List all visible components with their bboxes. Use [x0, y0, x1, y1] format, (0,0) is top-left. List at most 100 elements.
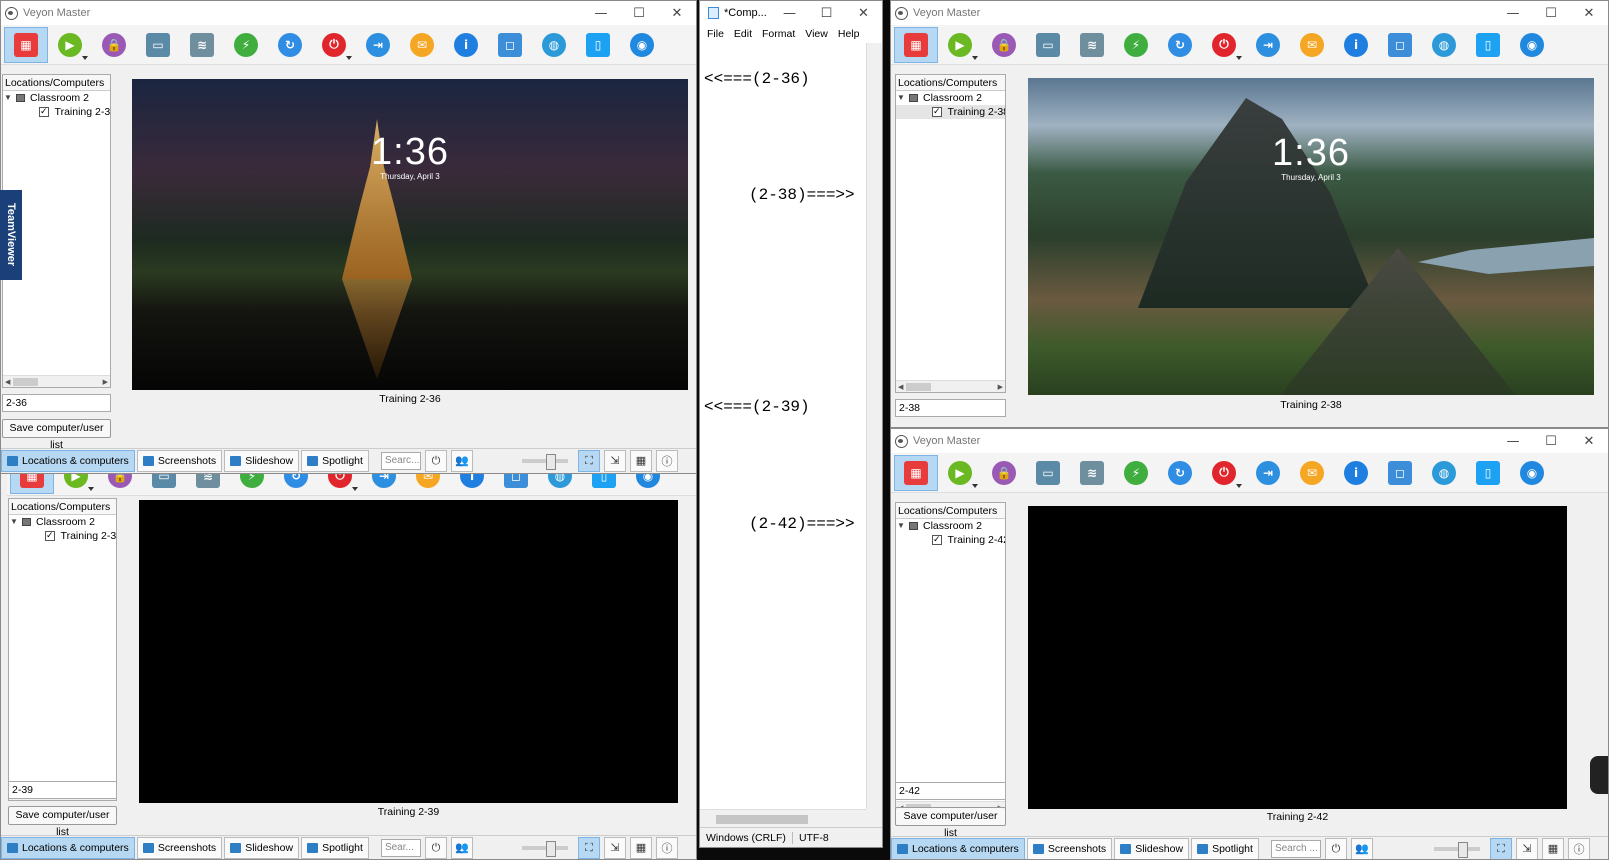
screenshot-button[interactable]: ◉ — [1510, 455, 1554, 491]
power-on-button[interactable]: ⚡ — [230, 474, 274, 494]
monitor-mode-button[interactable]: ▦ — [894, 454, 938, 491]
tree-computer[interactable]: ✓ Training 2-36 — [3, 105, 110, 119]
scroll-thumb[interactable] — [716, 815, 808, 824]
computer-screen-thumbnail[interactable] — [1028, 506, 1567, 809]
users-icon[interactable]: 👥 — [450, 836, 473, 859]
close-icon[interactable]: ✕ — [1570, 1, 1608, 25]
screen-demo-button[interactable]: ▭ — [136, 27, 180, 63]
globe-button[interactable]: ◍ — [532, 27, 576, 63]
reboot-button[interactable]: ↻ — [274, 474, 318, 494]
power-on-button[interactable]: ⚡ — [1114, 27, 1158, 63]
computer-screen-thumbnail[interactable]: 1:36 Thursday, April 3 — [1028, 78, 1594, 395]
dropdown-arrow-icon[interactable] — [88, 486, 94, 491]
tab-slideshow[interactable]: Slideshow — [1114, 837, 1190, 859]
about-icon[interactable]: ⓘ — [656, 836, 678, 859]
wifi-button[interactable]: ≋ — [1070, 27, 1114, 63]
computer-filter-input[interactable]: 2-36 — [2, 394, 111, 412]
tab-slideshow[interactable]: Slideshow — [224, 836, 300, 859]
lock-button[interactable]: 🔒 — [982, 455, 1026, 491]
globe-button[interactable]: ◍ — [1422, 455, 1466, 491]
monitor-mode-button[interactable]: ▦ — [10, 474, 54, 494]
tab-screenshots[interactable]: Screenshots — [1026, 837, 1113, 859]
wifi-button[interactable]: ≋ — [186, 474, 230, 494]
search-input[interactable]: Sear... — [380, 838, 421, 857]
tab-locations[interactable]: Locations & computers — [1, 449, 135, 472]
horizontal-scrollbar[interactable] — [700, 809, 866, 827]
title-bar[interactable]: Veyon Master — ☐ ✕ — [1, 1, 696, 25]
monitor-mode-button[interactable]: ▦ — [4, 26, 48, 63]
collapse-arrow-icon[interactable]: ▼ — [3, 91, 13, 105]
tree-computer[interactable]: ✓ Training 2-38 — [896, 105, 1005, 119]
users-icon[interactable]: 👥 — [450, 449, 473, 472]
screen-demo-button[interactable]: ▭ — [1026, 455, 1070, 491]
collapse-arrow-icon[interactable]: ▼ — [896, 519, 906, 533]
power-down-button[interactable]: ⏻ — [1202, 27, 1246, 63]
power-down-button[interactable]: ⏻ — [318, 474, 362, 494]
minimize-icon[interactable]: — — [1494, 429, 1532, 453]
web-button[interactable]: ◻ — [1378, 27, 1422, 63]
vertical-scrollbar[interactable] — [866, 43, 882, 809]
tree-location[interactable]: ▼ Classroom 2 — [9, 515, 116, 529]
screenshot-button[interactable]: ◉ — [620, 27, 664, 63]
reboot-button[interactable]: ↻ — [1158, 455, 1202, 491]
info-button[interactable]: i — [444, 27, 488, 63]
collapse-arrow-icon[interactable]: ▼ — [896, 91, 906, 105]
close-icon[interactable]: ✕ — [658, 1, 696, 25]
tree-location[interactable]: ▼ Classroom 2 — [896, 91, 1005, 105]
save-computer-list-button[interactable]: Save computer/user list — [2, 419, 111, 451]
tab-screenshots[interactable]: Screenshots — [136, 449, 223, 472]
menu-file[interactable]: File — [707, 28, 724, 40]
computer-checkbox[interactable]: ✓ — [932, 535, 942, 545]
minimize-icon[interactable]: — — [582, 1, 620, 25]
maximize-icon[interactable]: ☐ — [1532, 429, 1570, 453]
users-icon[interactable]: 👥 — [1350, 837, 1373, 859]
power-down-button[interactable]: ⏻ — [312, 27, 356, 63]
power-icon[interactable]: ⏻ — [1324, 837, 1347, 859]
presentation-button[interactable]: ▶ — [48, 27, 92, 63]
title-bar[interactable]: *Comp... — ☐ ✕ — [700, 1, 882, 25]
tab-locations[interactable]: Locations & computers — [891, 837, 1025, 859]
tree-location[interactable]: ▼ Classroom 2 — [3, 91, 110, 105]
menu-view[interactable]: View — [805, 28, 828, 40]
file-button[interactable]: ▯ — [1466, 27, 1510, 63]
computer-screen-thumbnail[interactable] — [139, 500, 678, 803]
arrange-icon[interactable]: ⇲ — [604, 449, 626, 472]
power-down-button[interactable]: ⏻ — [1202, 455, 1246, 491]
computer-filter-input[interactable]: 2-42 — [895, 782, 1006, 800]
logout-button[interactable]: ⇥ — [1246, 455, 1290, 491]
zoom-slider[interactable] — [522, 840, 568, 857]
minimize-icon[interactable]: — — [771, 1, 808, 25]
screen-demo-button[interactable]: ▭ — [142, 474, 186, 494]
text-message-button[interactable]: ✉ — [1290, 27, 1334, 63]
maximize-icon[interactable]: ☐ — [1532, 1, 1570, 25]
reboot-button[interactable]: ↻ — [1158, 27, 1202, 63]
web-button[interactable]: ◻ — [494, 474, 538, 494]
text-message-button[interactable]: ✉ — [1290, 455, 1334, 491]
globe-button[interactable]: ◍ — [538, 474, 582, 494]
presentation-button[interactable]: ▶ — [938, 455, 982, 491]
maximize-icon[interactable]: ☐ — [808, 1, 845, 25]
logout-button[interactable]: ⇥ — [1246, 27, 1290, 63]
logout-button[interactable]: ⇥ — [362, 474, 406, 494]
title-bar[interactable]: Veyon Master — ☐ ✕ — [891, 429, 1608, 453]
presentation-button[interactable]: ▶ — [54, 474, 98, 494]
file-button[interactable]: ▯ — [582, 474, 626, 494]
menu-edit[interactable]: Edit — [734, 28, 752, 40]
tab-spotlight[interactable]: Spotlight — [301, 836, 369, 859]
tab-locations[interactable]: Locations & computers — [1, 836, 135, 859]
maximize-icon[interactable]: ☐ — [620, 1, 658, 25]
computer-checkbox[interactable]: ✓ — [39, 107, 49, 117]
auto-fit-icon[interactable]: ⛶ — [578, 449, 600, 472]
locations-tree[interactable]: Locations/Computers ▼ Classroom 2 ✓ Traini… — [8, 498, 117, 801]
dropdown-arrow-icon[interactable] — [1236, 55, 1242, 60]
locations-tree[interactable]: Locations/Computers ▼ Classroom 2 ✓ Traini… — [895, 502, 1006, 814]
arrange-icon[interactable]: ⇲ — [1516, 837, 1538, 859]
power-on-button[interactable]: ⚡ — [1114, 455, 1158, 491]
tree-scrollbar[interactable]: ◀▶ — [896, 380, 1005, 392]
lock-button[interactable]: 🔒 — [982, 27, 1026, 63]
teamviewer-handle[interactable] — [1590, 756, 1608, 794]
locations-tree[interactable]: Locations/Computers ▼ Classroom 2 ✓ Traini… — [895, 74, 1006, 393]
computer-screen-thumbnail[interactable]: 1:36 Thursday, April 3 — [132, 79, 688, 390]
menu-help[interactable]: Help — [838, 28, 860, 40]
text-message-button[interactable]: ✉ — [400, 27, 444, 63]
